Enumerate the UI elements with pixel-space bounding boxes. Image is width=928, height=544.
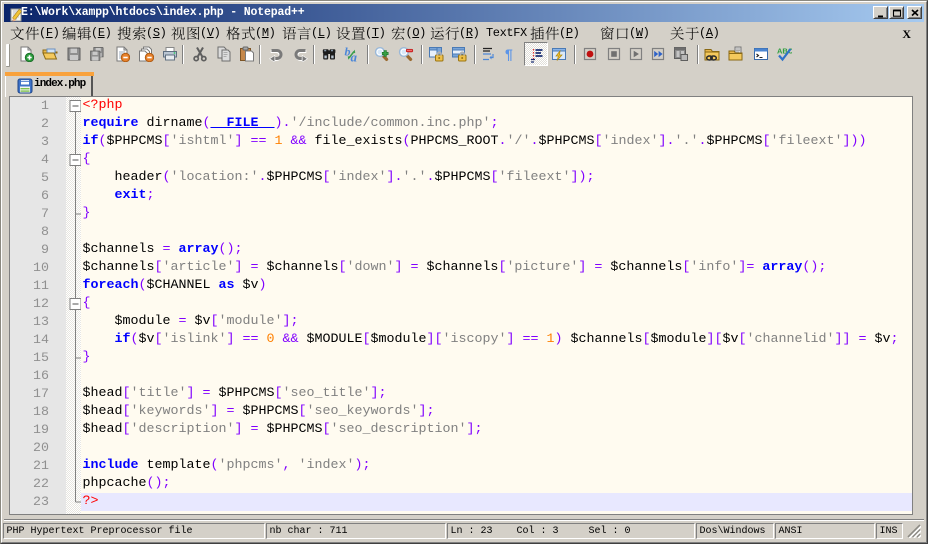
svg-text:¶: ¶ [505, 46, 513, 62]
